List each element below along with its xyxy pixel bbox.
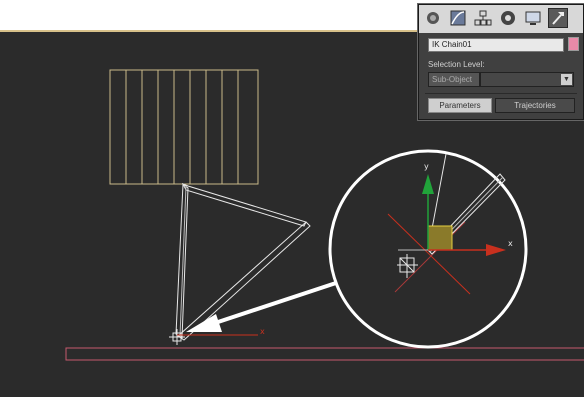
motion-tab[interactable]	[498, 8, 518, 28]
selection-level-label: Selection Level:	[428, 60, 485, 69]
create-tab[interactable]	[423, 8, 443, 28]
motion-icon	[501, 11, 515, 25]
monitor-icon	[525, 11, 541, 25]
display-tab[interactable]	[523, 8, 543, 28]
zoom-callout: y x	[328, 149, 528, 349]
hammer-icon	[552, 12, 564, 25]
gizmo-axis-y-label: y	[424, 162, 429, 171]
slatted-box[interactable]	[109, 69, 259, 185]
bone-chain[interactable]	[175, 182, 311, 341]
plane-handle[interactable]	[427, 225, 453, 251]
tab-parameters[interactable]: Parameters	[428, 98, 492, 113]
command-panel: IK Chain01 Selection Level: Sub-Object ▼…	[418, 4, 584, 120]
object-name-field[interactable]: IK Chain01	[428, 38, 564, 52]
object-color-swatch[interactable]	[568, 37, 579, 51]
sphere-icon	[427, 12, 439, 24]
command-panel-tabbar	[419, 5, 583, 33]
ground-plane[interactable]	[65, 347, 584, 361]
utilities-tab[interactable]	[548, 8, 568, 28]
hierarchy-icon	[474, 10, 492, 26]
callout-arrow	[186, 278, 346, 332]
subobject-button[interactable]: Sub-Object	[428, 72, 480, 87]
modify-curve-icon	[450, 10, 466, 26]
tab-trajectories[interactable]: Trajectories	[495, 98, 575, 113]
modify-tab[interactable]	[448, 8, 468, 28]
subobject-dropdown[interactable]: ▼	[480, 72, 574, 87]
panel-divider	[425, 93, 577, 94]
ground-axis-x-label: x	[260, 327, 265, 336]
hierarchy-tab[interactable]	[473, 8, 493, 28]
chevron-down-icon[interactable]: ▼	[561, 74, 572, 85]
gizmo-axis-x-label: x	[508, 239, 513, 248]
